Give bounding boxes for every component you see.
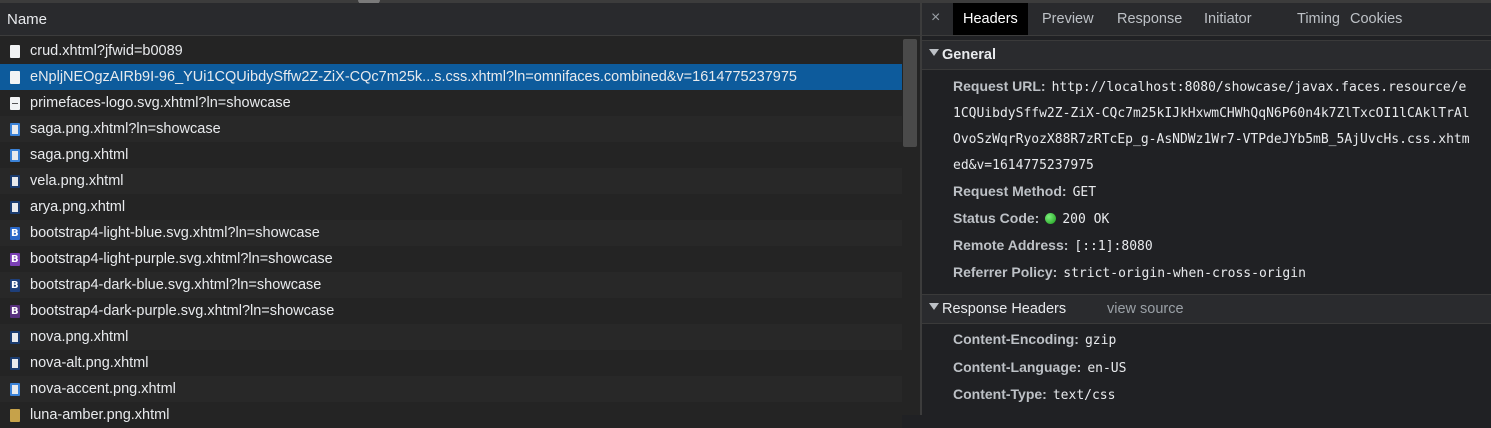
bootstrap-icon	[10, 252, 20, 266]
bootstrap-icon	[10, 304, 20, 318]
name-column-header[interactable]: Name	[0, 3, 920, 36]
status-code-label: Status Code:	[953, 210, 1040, 226]
request-method-row: Request Method: GET	[953, 183, 1096, 200]
request-url-continuation: OvoSzWqrRyozX88R7zRTcEp_g-AsNDWz1Wr7-VTP…	[953, 132, 1470, 147]
content-type-value: text/css	[1052, 388, 1116, 403]
request-row[interactable]: saga.png.xhtml	[0, 142, 902, 168]
image-icon	[10, 148, 20, 162]
content-encoding-value: gzip	[1084, 333, 1117, 348]
request-row[interactable]: vela.png.xhtml	[0, 168, 902, 194]
request-name: saga.png.xhtml	[30, 147, 129, 163]
request-row[interactable]: crud.xhtml?jfwid=b0089	[0, 38, 902, 64]
request-row[interactable]: primefaces-logo.svg.xhtml?ln=showcase	[0, 90, 902, 116]
image-icon	[10, 408, 20, 422]
document-icon	[10, 70, 20, 84]
request-name: eNpljNEOgzAIRb9I-96_YUi1CQUibdySffw2Z-Zi…	[30, 69, 797, 85]
request-method-label: Request Method:	[953, 183, 1067, 199]
request-row[interactable]: nova-accent.png.xhtml	[0, 376, 902, 402]
status-code-row: Status Code: 200 OK	[953, 210, 1109, 227]
content-language-row: Content-Language: en-US	[953, 359, 1126, 376]
tab-headers[interactable]: Headers	[953, 3, 1028, 35]
svg-image-icon	[10, 96, 20, 110]
content-language-value: en-US	[1087, 361, 1127, 376]
status-code-value: 200 OK	[1062, 212, 1110, 227]
view-source-link[interactable]: view source	[1107, 301, 1184, 317]
tab-preview[interactable]: Preview	[1032, 3, 1104, 35]
image-icon	[10, 122, 20, 136]
remote-address-label: Remote Address:	[953, 237, 1069, 253]
request-list-scrollbar-thumb[interactable]	[903, 39, 917, 147]
image-icon	[10, 200, 20, 214]
image-icon	[10, 174, 20, 188]
request-row[interactable]: bootstrap4-light-purple.svg.xhtml?ln=sho…	[0, 246, 902, 272]
expand-triangle-icon	[929, 49, 939, 56]
content-encoding-row: Content-Encoding: gzip	[953, 331, 1116, 348]
tab-response[interactable]: Response	[1107, 3, 1192, 35]
request-row[interactable]: nova-alt.png.xhtml	[0, 350, 902, 376]
request-name: saga.png.xhtml?ln=showcase	[30, 121, 221, 137]
referrer-policy-row: Referrer Policy: strict-origin-when-cross…	[953, 264, 1306, 281]
general-section-title: General	[942, 47, 996, 63]
content-language-label: Content-Language:	[953, 359, 1082, 375]
referrer-policy-label: Referrer Policy:	[953, 264, 1058, 280]
request-name: nova.png.xhtml	[30, 329, 129, 345]
referrer-policy-value: strict-origin-when-cross-origin	[1063, 266, 1306, 281]
document-icon	[10, 44, 20, 58]
request-name: bootstrap4-dark-blue.svg.xhtml?ln=showca…	[30, 277, 322, 293]
bootstrap-icon	[10, 278, 20, 292]
remote-address-row: Remote Address: [::1]:8080	[953, 237, 1153, 254]
request-details-panel: × Headers Preview Response Initiator Tim…	[922, 3, 1491, 415]
tab-initiator[interactable]: Initiator	[1194, 3, 1262, 35]
remote-address-value: [::1]:8080	[1074, 239, 1153, 254]
request-name: bootstrap4-light-blue.svg.xhtml?ln=showc…	[30, 225, 320, 241]
response-headers-title: Response Headers	[942, 301, 1067, 317]
request-method-value: GET	[1072, 185, 1097, 200]
request-url-row: Request URL: http://localhost:8080/showca…	[953, 78, 1466, 95]
name-column-label: Name	[7, 11, 48, 28]
request-row[interactable]: bootstrap4-dark-blue.svg.xhtml?ln=showca…	[0, 272, 902, 298]
expand-triangle-icon	[929, 303, 939, 310]
request-name: bootstrap4-dark-purple.svg.xhtml?ln=show…	[30, 303, 335, 319]
image-icon	[10, 356, 20, 370]
request-url-continuation: 1CQUibdySffw2Z-ZiX-CQc7m25kIJkHxwmCHWhQq…	[953, 106, 1470, 121]
content-encoding-label: Content-Encoding:	[953, 331, 1079, 347]
request-url-label: Request URL:	[953, 78, 1046, 94]
request-url-value: http://localhost:8080/showcase/javax.fac…	[1051, 80, 1467, 95]
content-type-row: Content-Type: text/css	[953, 386, 1115, 403]
content-type-label: Content-Type:	[953, 386, 1047, 402]
request-name: bootstrap4-light-purple.svg.xhtml?ln=sho…	[30, 251, 333, 267]
close-icon[interactable]: ×	[931, 9, 940, 27]
request-row[interactable]: bootstrap4-light-blue.svg.xhtml?ln=showc…	[0, 220, 902, 246]
request-name: vela.png.xhtml	[30, 173, 124, 189]
request-rows: crud.xhtml?jfwid=b0089 eNpljNEOgzAIRb9I-…	[0, 38, 902, 428]
request-name: crud.xhtml?jfwid=b0089	[30, 43, 183, 59]
details-tabbar: × Headers Preview Response Initiator Tim…	[922, 3, 1491, 36]
network-request-list: Name crud.xhtml?jfwid=b0089 eNpljNEOgzAI…	[0, 3, 920, 428]
request-row-selected[interactable]: eNpljNEOgzAIRb9I-96_YUi1CQUibdySffw2Z-Zi…	[0, 64, 902, 90]
tab-cookies[interactable]: Cookies	[1340, 3, 1412, 35]
request-row[interactable]: bootstrap4-dark-purple.svg.xhtml?ln=show…	[0, 298, 902, 324]
image-icon	[10, 330, 20, 344]
general-section-header[interactable]: General	[922, 40, 1491, 70]
request-name: luna-amber.png.xhtml	[30, 407, 170, 423]
request-name: nova-alt.png.xhtml	[30, 355, 149, 371]
image-icon	[10, 382, 20, 396]
request-url-continuation: ed&v=1614775237975	[953, 158, 1094, 173]
request-row[interactable]: nova.png.xhtml	[0, 324, 902, 350]
response-headers-section-header[interactable]: Response Headers view source	[922, 294, 1491, 324]
request-row[interactable]: luna-amber.png.xhtml	[0, 402, 902, 428]
bootstrap-icon	[10, 226, 20, 240]
status-ok-icon	[1045, 213, 1057, 224]
request-name: nova-accent.png.xhtml	[30, 381, 176, 397]
request-name: arya.png.xhtml	[30, 199, 126, 215]
request-row[interactable]: saga.png.xhtml?ln=showcase	[0, 116, 902, 142]
request-row[interactable]: arya.png.xhtml	[0, 194, 902, 220]
request-name: primefaces-logo.svg.xhtml?ln=showcase	[30, 95, 291, 111]
